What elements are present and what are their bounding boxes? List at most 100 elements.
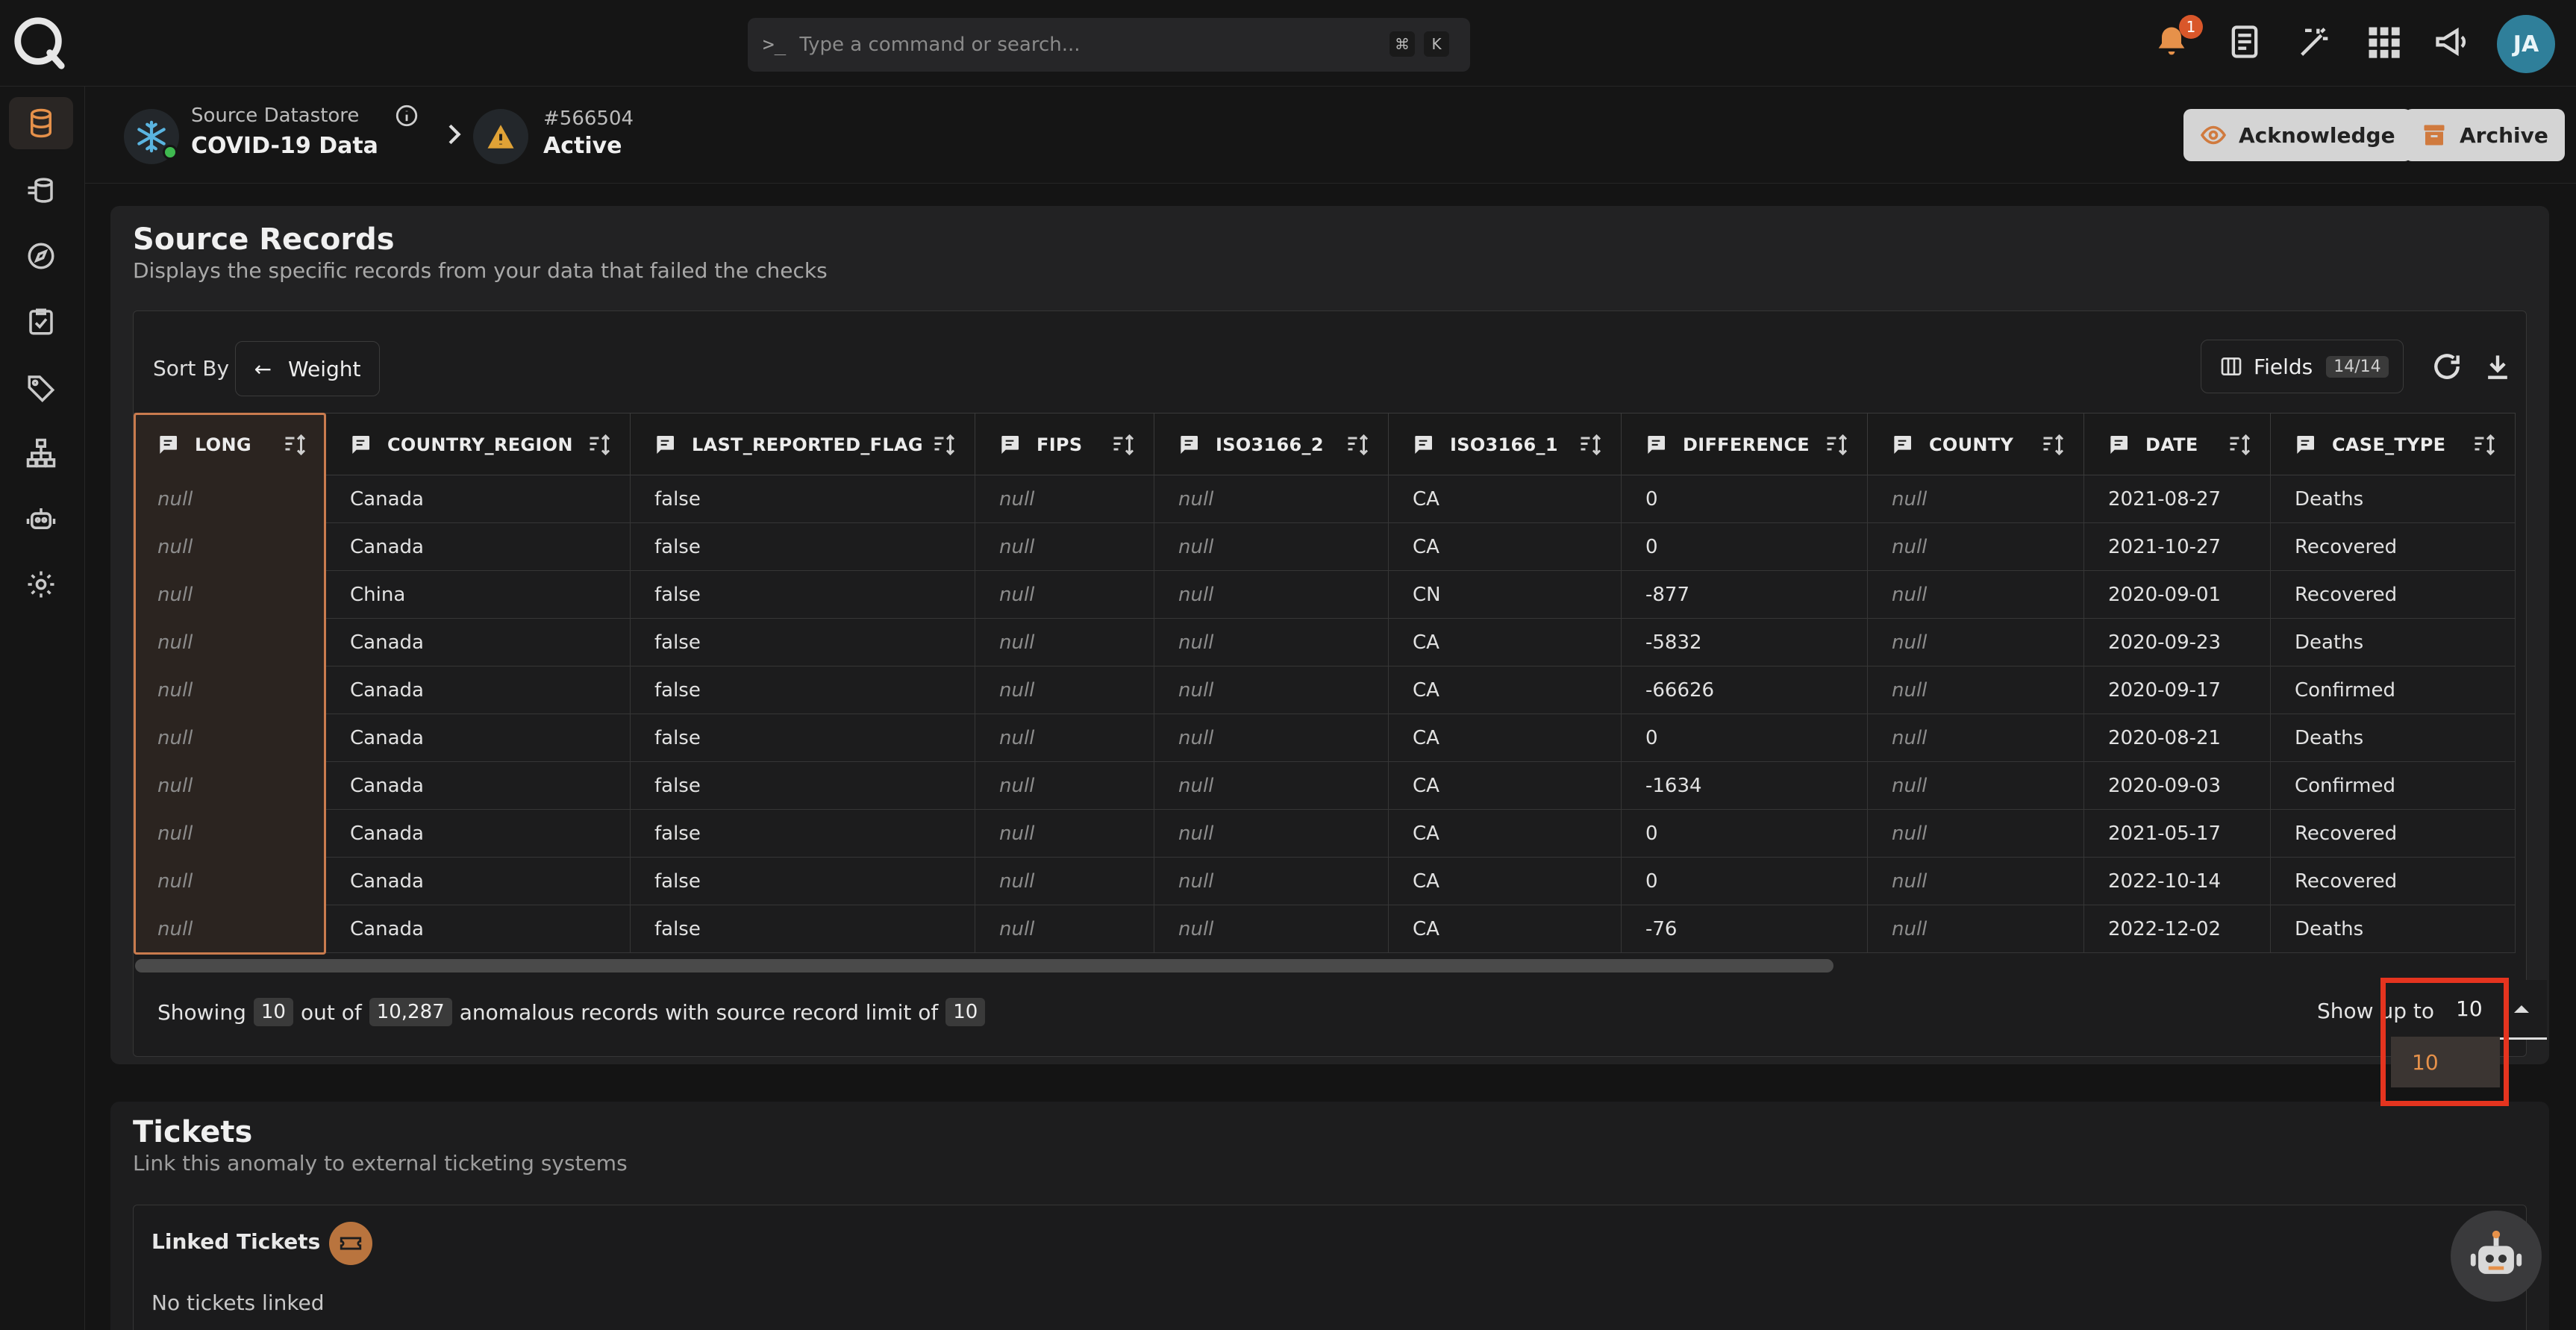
table-cell-county: null xyxy=(1868,571,2084,619)
database-icon xyxy=(31,108,51,138)
table-cell-date: 2020-09-03 xyxy=(2084,762,2271,810)
table-cell-date: 2020-09-23 xyxy=(2084,619,2271,666)
table-cell-difference: -877 xyxy=(1622,571,1868,619)
select-option-10[interactable]: 10 xyxy=(2391,1037,2500,1087)
anomaly-header: Source Datastore COVID-19 Data #566504 A… xyxy=(85,87,2576,184)
column-header-fips[interactable]: FIPS xyxy=(975,413,1154,476)
table-cell-date: 2022-10-14 xyxy=(2084,858,2271,905)
sort-icon[interactable] xyxy=(2227,431,2254,458)
assistant-robot-button[interactable] xyxy=(2451,1211,2542,1302)
fields-count: 14/14 xyxy=(2326,355,2389,378)
table-cell-fips: null xyxy=(975,475,1154,523)
table-row[interactable]: null China false null null CN -877 null 2020-09-… xyxy=(134,571,2516,619)
ticket-icon[interactable] xyxy=(329,1222,372,1265)
table-cell-last-reported-flag: false xyxy=(631,810,975,858)
column-header-label: ISO3166_1 xyxy=(1450,434,1558,455)
document-icon[interactable] xyxy=(2225,22,2264,61)
sort-weight-button[interactable]: ← Weight xyxy=(235,341,380,396)
table-row[interactable]: null Canada false null null CA 0 null 2021-08-27… xyxy=(134,475,2516,523)
table-cell-date: 2021-10-27 xyxy=(2084,523,2271,571)
column-header-label: ISO3166_2 xyxy=(1216,434,1324,455)
sidebar-item-datastores[interactable] xyxy=(9,97,73,149)
column-header-difference[interactable]: DIFFERENCE xyxy=(1622,413,1868,476)
anomaly-status: Active xyxy=(543,133,622,159)
comment-icon xyxy=(1894,436,1911,454)
sort-icon[interactable] xyxy=(1578,431,1604,458)
column-header-iso3166-2[interactable]: ISO3166_2 xyxy=(1154,413,1389,476)
table-cell-iso3166-2: null xyxy=(1154,810,1389,858)
table-row[interactable]: null Canada false null null CA 0 null 2022-10-14… xyxy=(134,858,2516,905)
table-row[interactable]: null Canada false null null CA 0 null 2021-10-27… xyxy=(134,523,2516,571)
user-avatar[interactable]: JA xyxy=(2497,15,2555,73)
sort-icon[interactable] xyxy=(1824,431,1851,458)
table-cell-county: null xyxy=(1868,810,2084,858)
command-search-bar[interactable]: >_ Type a command or search... ⌘ K xyxy=(748,18,1470,72)
table-row[interactable]: null Canada false null null CA -76 null 2022-12-… xyxy=(134,905,2516,953)
apps-grid-icon[interactable] xyxy=(2364,22,2403,61)
table-cell-county: null xyxy=(1868,619,2084,666)
table-cell-iso3166-1: CA xyxy=(1389,905,1622,953)
table-cell-country-region: Canada xyxy=(326,858,631,905)
table-cell-iso3166-1: CN xyxy=(1389,571,1622,619)
archive-button[interactable]: Archive xyxy=(2404,109,2565,161)
column-header-county[interactable]: COUNTY xyxy=(1868,413,2084,476)
sort-icon[interactable] xyxy=(282,431,309,458)
hierarchy-icon xyxy=(26,438,56,468)
table-row[interactable]: null Canada false null null CA -5832 null 2020-0… xyxy=(134,619,2516,666)
acknowledge-button[interactable]: Acknowledge xyxy=(2183,109,2412,161)
table-cell-fips: null xyxy=(975,714,1154,762)
table-row[interactable]: null Canada false null null CA 0 null 2020-08-21… xyxy=(134,714,2516,762)
table-cell-last-reported-flag: false xyxy=(631,619,975,666)
table-row[interactable]: null Canada false null null CA -1634 null 2020-0… xyxy=(134,762,2516,810)
notification-badge: 1 xyxy=(2179,15,2203,39)
table-cell-long: null xyxy=(134,858,326,905)
horizontal-scrollbar[interactable] xyxy=(135,959,1833,972)
comment-icon xyxy=(160,436,177,454)
column-header-case-type[interactable]: CASE_TYPE xyxy=(2271,413,2516,476)
table-cell-iso3166-2: null xyxy=(1154,619,1389,666)
app-logo[interactable] xyxy=(10,13,69,72)
sidebar-item-lineage[interactable] xyxy=(9,427,73,479)
table-cell-iso3166-1: CA xyxy=(1389,523,1622,571)
table-row[interactable]: null Canada false null null CA 0 null 2021-05-17… xyxy=(134,810,2516,858)
robot-icon xyxy=(2470,1230,2522,1274)
table-cell-iso3166-1: CA xyxy=(1389,762,1622,810)
megaphone-icon[interactable] xyxy=(2433,22,2472,61)
table-cell-iso3166-2: null xyxy=(1154,523,1389,571)
column-header-last-reported-flag[interactable]: LAST_REPORTED_FLAG xyxy=(631,413,975,476)
table-cell-date: 2022-12-02 xyxy=(2084,905,2271,953)
column-header-long[interactable]: LONG xyxy=(134,413,326,476)
sidebar-item-explore[interactable] xyxy=(9,230,73,282)
table-cell-county: null xyxy=(1868,905,2084,953)
comment-icon xyxy=(2297,436,2314,454)
sidebar-item-agents[interactable] xyxy=(9,493,73,545)
show-up-to-select[interactable]: 10 xyxy=(2442,980,2547,1040)
sidebar-item-settings[interactable] xyxy=(9,558,73,611)
table-cell-county: null xyxy=(1868,523,2084,571)
total-count: 10,287 xyxy=(369,998,452,1026)
refresh-icon[interactable] xyxy=(2430,350,2463,383)
sort-icon[interactable] xyxy=(1110,431,1137,458)
fields-button[interactable]: Fields 14/14 xyxy=(2201,340,2404,393)
column-header-date[interactable]: DATE xyxy=(2084,413,2271,476)
table-cell-date: 2021-05-17 xyxy=(2084,810,2271,858)
datastore-name[interactable]: COVID-19 Data xyxy=(191,133,378,159)
sidebar-item-sources[interactable] xyxy=(9,164,73,216)
tickets-subtitle: Link this anomaly to external ticketing … xyxy=(133,1151,628,1176)
download-icon[interactable] xyxy=(2481,350,2514,383)
column-header-country-region[interactable]: COUNTRY_REGION xyxy=(326,413,631,476)
sidebar-item-tags[interactable] xyxy=(9,361,73,413)
sort-icon[interactable] xyxy=(587,431,613,458)
sort-icon[interactable] xyxy=(1345,431,1372,458)
table-cell-long: null xyxy=(134,523,326,571)
magic-wand-icon[interactable] xyxy=(2295,22,2334,61)
sort-icon[interactable] xyxy=(2472,431,2498,458)
info-icon[interactable] xyxy=(394,103,419,128)
column-header-iso3166-1[interactable]: ISO3166_1 xyxy=(1389,413,1622,476)
sort-icon[interactable] xyxy=(2040,431,2067,458)
table-row[interactable]: null Canada false null null CA -66626 null 2020-… xyxy=(134,666,2516,714)
archive-label: Archive xyxy=(2460,122,2548,148)
sort-icon[interactable] xyxy=(931,431,958,458)
sidebar-item-checks[interactable] xyxy=(9,296,73,348)
table-cell-county: null xyxy=(1868,475,2084,523)
